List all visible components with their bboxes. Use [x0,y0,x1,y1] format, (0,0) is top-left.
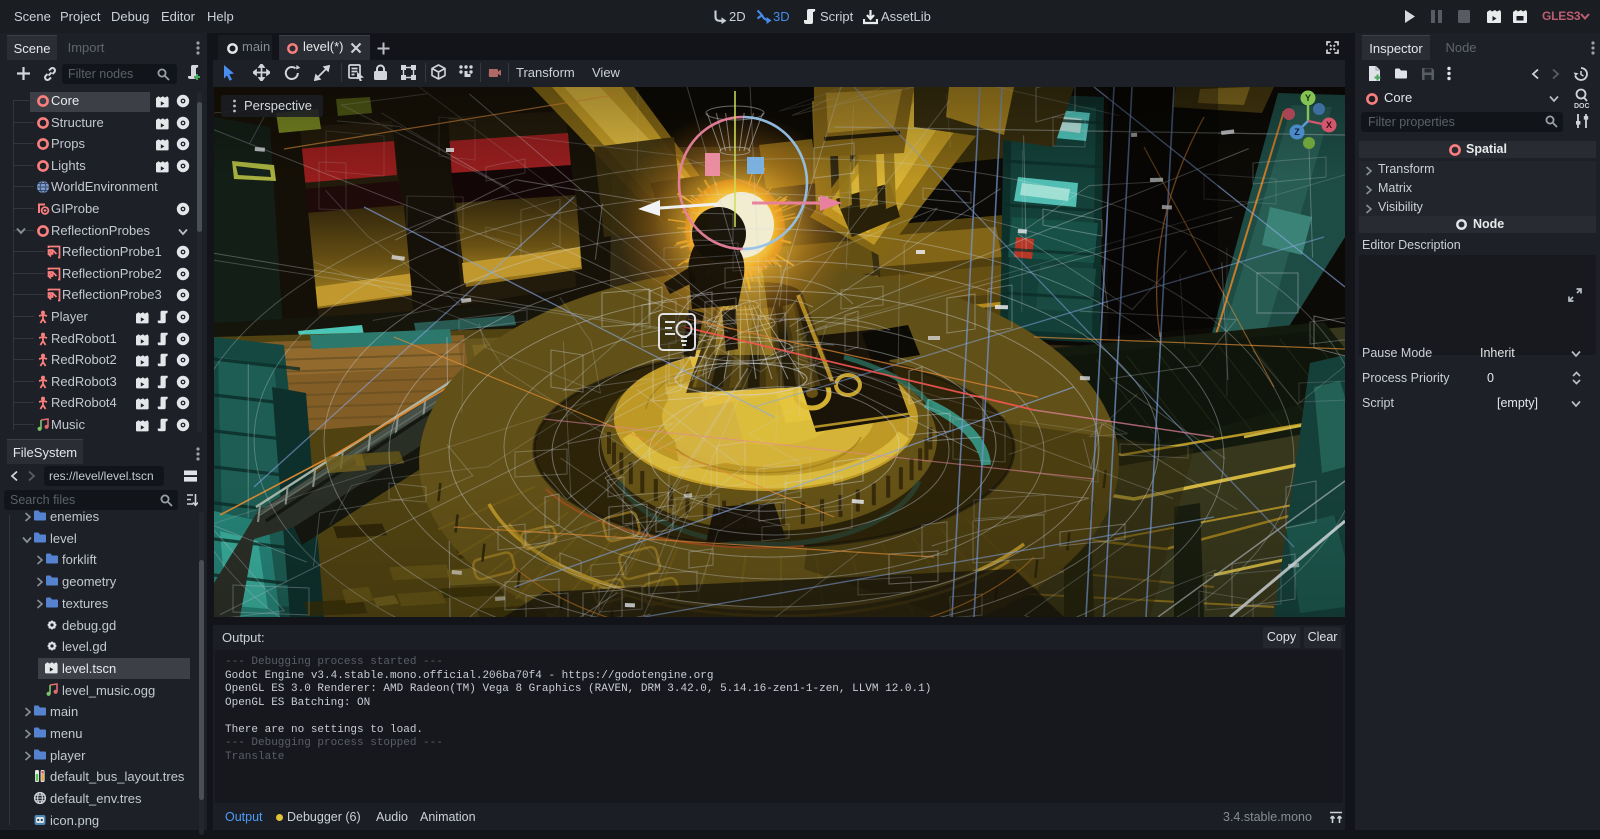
svg-text:X: X [1326,120,1332,130]
svg-text:DOC: DOC [1574,103,1590,109]
svg-text:Y: Y [1305,93,1311,103]
svg-text:Z: Z [1294,127,1300,137]
